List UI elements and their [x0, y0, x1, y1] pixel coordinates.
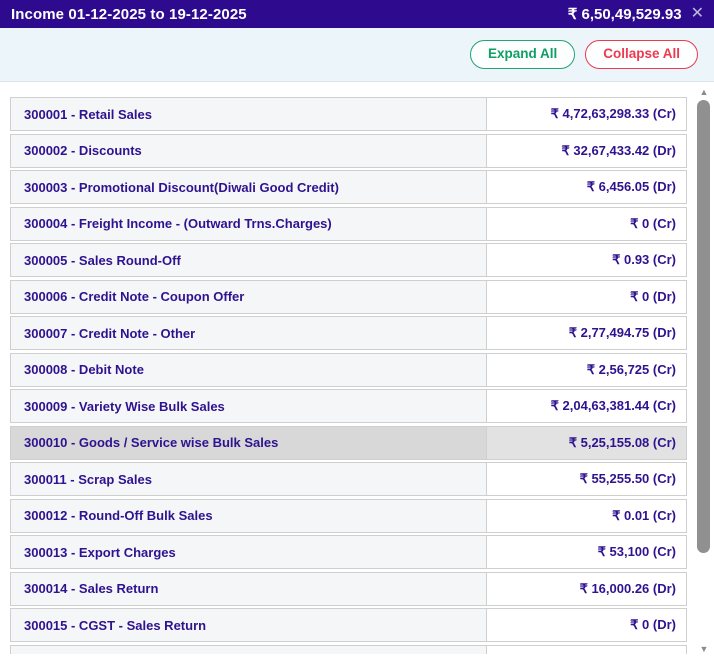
table-row[interactable]: 300010 - Goods / Service wise Bulk Sales… [10, 425, 687, 460]
table-row-partial[interactable] [10, 644, 687, 654]
account-cell [11, 645, 487, 654]
account-cell: 300001 - Retail Sales [11, 98, 487, 130]
income-total: ₹ 6,50,49,529.93 [567, 6, 682, 23]
scroll-down-icon[interactable]: ▼ [700, 645, 709, 654]
table-row[interactable]: 300003 - Promotional Discount(Diwali Goo… [10, 170, 687, 204]
amount-cell: ₹ 2,56,725 (Cr) [487, 353, 686, 386]
account-cell: 300010 - Goods / Service wise Bulk Sales [11, 426, 487, 459]
toolbar: Expand All Collapse All [0, 28, 714, 82]
table-row[interactable]: 300007 - Credit Note - Other ₹ 2,77,494.… [10, 316, 687, 350]
scroll-up-icon[interactable]: ▲ [700, 88, 709, 97]
table-row[interactable]: 300013 - Export Charges ₹ 53,100 (Cr) [10, 535, 687, 569]
table-row[interactable]: 300015 - CGST - Sales Return ₹ 0 (Dr) [10, 608, 687, 642]
expand-all-button[interactable]: Expand All [469, 40, 576, 69]
vertical-scrollbar[interactable]: ▲ ▼ [695, 85, 713, 657]
account-cell: 300002 - Discounts [11, 134, 487, 167]
amount-cell: ₹ 2,04,63,381.44 (Cr) [487, 390, 686, 422]
header-right-group: ₹ 6,50,49,529.93 ✕ [567, 5, 706, 24]
account-cell: 300014 - Sales Return [11, 572, 487, 605]
header-bar: Income 01-12-2025 to 19-12-2025 ₹ 6,50,4… [0, 0, 714, 28]
table-row[interactable]: 300012 - Round-Off Bulk Sales ₹ 0.01 (Cr… [10, 498, 687, 533]
account-cell: 300007 - Credit Note - Other [11, 317, 487, 349]
table-row[interactable]: 300008 - Debit Note ₹ 2,56,725 (Cr) [10, 352, 687, 387]
amount-cell: ₹ 53,100 (Cr) [487, 536, 686, 568]
income-table: 300001 - Retail Sales ₹ 4,72,63,298.33 (… [10, 97, 687, 654]
page-title: Income 01-12-2025 to 19-12-2025 [11, 5, 247, 23]
table-row[interactable]: 300011 - Scrap Sales ₹ 55,255.50 (Cr) [10, 462, 687, 496]
amount-cell: ₹ 0 (Dr) [487, 609, 686, 641]
account-cell: 300008 - Debit Note [11, 353, 487, 386]
amount-cell: ₹ 32,67,433.42 (Dr) [487, 134, 686, 167]
table-row[interactable]: 300004 - Freight Income - (Outward Trns.… [10, 206, 687, 241]
account-cell: 300009 - Variety Wise Bulk Sales [11, 390, 487, 422]
amount-cell: ₹ 0.93 (Cr) [487, 244, 686, 276]
amount-cell: ₹ 55,255.50 (Cr) [487, 463, 686, 495]
account-cell: 300006 - Credit Note - Coupon Offer [11, 280, 487, 313]
account-cell: 300015 - CGST - Sales Return [11, 609, 487, 641]
amount-cell: ₹ 5,25,155.08 (Cr) [487, 426, 686, 459]
scrollbar-thumb[interactable] [697, 100, 710, 553]
amount-cell: ₹ 4,72,63,298.33 (Cr) [487, 98, 686, 130]
amount-cell [487, 645, 686, 654]
account-cell: 300004 - Freight Income - (Outward Trns.… [11, 207, 487, 240]
close-icon[interactable]: ✕ [689, 6, 706, 22]
table-row[interactable]: 300001 - Retail Sales ₹ 4,72,63,298.33 (… [10, 97, 687, 131]
table-row[interactable]: 300009 - Variety Wise Bulk Sales ₹ 2,04,… [10, 389, 687, 423]
amount-cell: ₹ 6,456.05 (Dr) [487, 171, 686, 203]
amount-cell: ₹ 16,000.26 (Dr) [487, 572, 686, 605]
account-cell: 300003 - Promotional Discount(Diwali Goo… [11, 171, 487, 203]
account-cell: 300011 - Scrap Sales [11, 463, 487, 495]
table-row[interactable]: 300005 - Sales Round-Off ₹ 0.93 (Cr) [10, 243, 687, 277]
table-row[interactable]: 300014 - Sales Return ₹ 16,000.26 (Dr) [10, 571, 687, 606]
amount-cell: ₹ 0 (Dr) [487, 280, 686, 313]
account-cell: 300012 - Round-Off Bulk Sales [11, 499, 487, 532]
collapse-all-button[interactable]: Collapse All [585, 40, 698, 69]
amount-cell: ₹ 0 (Cr) [487, 207, 686, 240]
amount-cell: ₹ 2,77,494.75 (Dr) [487, 317, 686, 349]
table-row[interactable]: 300006 - Credit Note - Coupon Offer ₹ 0 … [10, 279, 687, 314]
account-cell: 300005 - Sales Round-Off [11, 244, 487, 276]
table-row[interactable]: 300002 - Discounts ₹ 32,67,433.42 (Dr) [10, 133, 687, 168]
account-cell: 300013 - Export Charges [11, 536, 487, 568]
amount-cell: ₹ 0.01 (Cr) [487, 499, 686, 532]
